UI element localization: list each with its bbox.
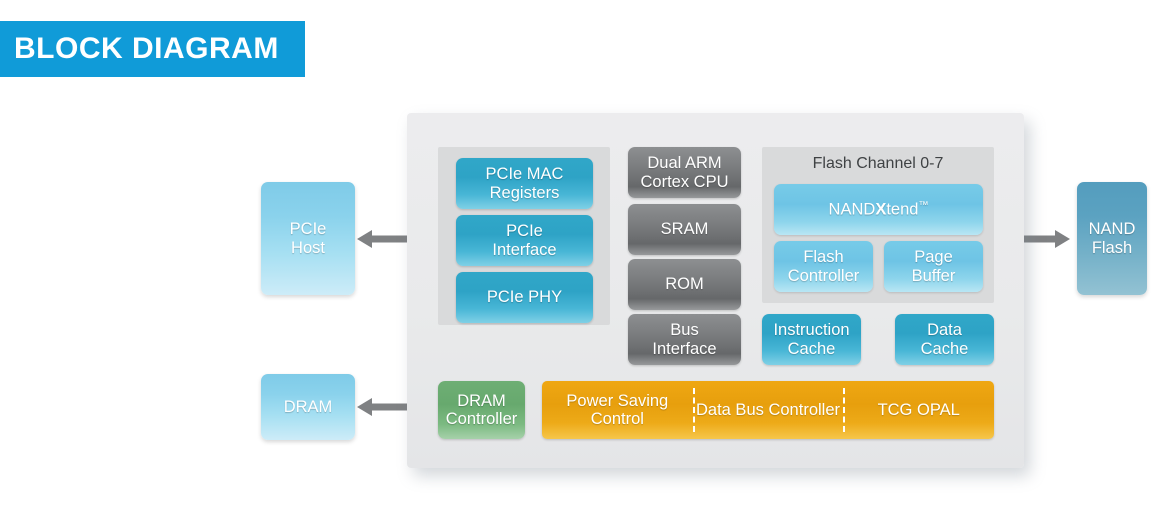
- block-dual-arm-cortex-cpu: Dual ARM Cortex CPU: [628, 147, 741, 198]
- pcie-host-label: PCIe Host: [289, 220, 327, 257]
- block-sram: SRAM: [628, 204, 741, 255]
- flash-channel-title: Flash Channel 0-7: [812, 155, 944, 172]
- block-flash-controller: Flash Controller: [774, 241, 873, 292]
- trademark-icon: ™: [918, 200, 929, 212]
- block-pcie-phy: PCIe PHY: [456, 272, 593, 323]
- block-tcg-opal: TCG OPAL: [843, 381, 994, 439]
- bottom-orange-bar: Power Saving Control Data Bus Controller…: [542, 381, 994, 439]
- pcie-panel: PCIe MAC Registers PCIe Interface PCIe P…: [438, 147, 610, 325]
- block-rom: ROM: [628, 259, 741, 310]
- block-data-bus-controller: Data Bus Controller: [692, 381, 844, 439]
- block-power-saving-control: Power Saving Control: [566, 391, 669, 428]
- external-block-pcie-host: PCIe Host: [261, 182, 355, 295]
- block-bus-interface: Bus Interface: [628, 314, 741, 365]
- external-block-dram: DRAM: [261, 374, 355, 440]
- flash-channel-panel: Flash Channel 0-7 NANDXtend™ Flash Contr…: [762, 147, 994, 303]
- block-instruction-cache: Instruction Cache: [762, 314, 861, 365]
- block-nandxtend: NANDXtend™: [774, 184, 983, 235]
- block-pcie-mac-registers: PCIe MAC Registers: [456, 158, 593, 209]
- dram-label: DRAM: [283, 397, 333, 416]
- page-title: BLOCK DIAGRAM: [14, 32, 279, 65]
- block-dram-controller: DRAM Controller: [438, 381, 525, 439]
- block-diagram-banner: BLOCK DIAGRAM: [0, 21, 305, 77]
- nand-flash-label: NAND Flash: [1088, 220, 1136, 257]
- block-data-cache: Data Cache: [895, 314, 994, 365]
- block-page-buffer: Page Buffer: [884, 241, 983, 292]
- nandxtend-label: NANDXtend™: [828, 200, 929, 219]
- block-pcie-interface: PCIe Interface: [456, 215, 593, 266]
- soc-chip-container: PCIe MAC Registers PCIe Interface PCIe P…: [407, 113, 1024, 468]
- external-block-nand-flash: NAND Flash: [1077, 182, 1147, 295]
